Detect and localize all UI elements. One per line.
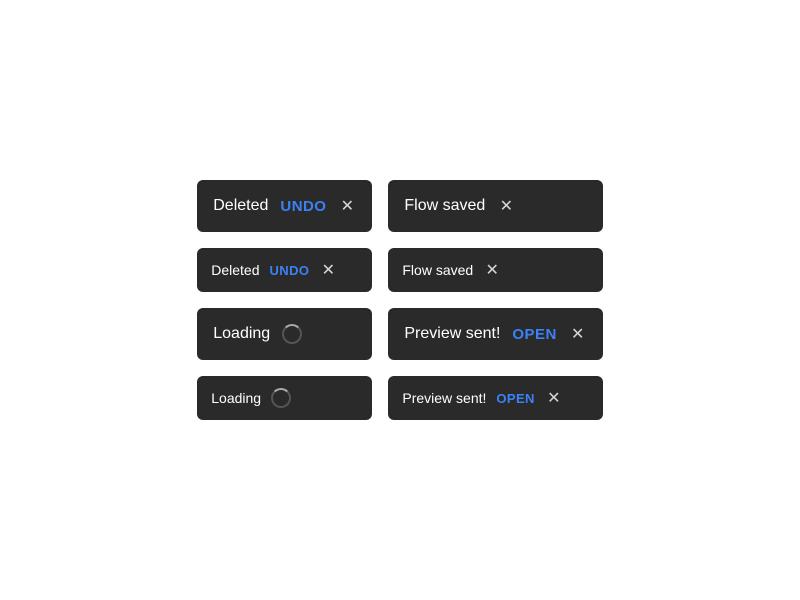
toast-deleted-1-undo[interactable]: UNDO [280,198,326,215]
toast-container: Deleted UNDO ✕ Flow saved ✕ Deleted UNDO… [197,180,602,420]
loading-spinner-1 [282,324,302,344]
toast-preview-sent-2-open[interactable]: OPEN [496,391,534,406]
toast-deleted-1-text: Deleted [213,197,268,215]
toast-deleted-2: Deleted UNDO ✕ [197,248,372,292]
toast-preview-sent-1-text: Preview sent! [404,325,500,343]
toast-loading-1: Loading [197,308,372,360]
toast-flow-saved-2-close[interactable]: ✕ [483,261,501,279]
toast-deleted-2-text: Deleted [211,262,259,278]
toast-flow-saved-2-text: Flow saved [402,262,473,278]
toast-flow-saved-2: Flow saved ✕ [388,248,602,292]
toast-preview-sent-1-open[interactable]: OPEN [512,326,556,343]
toast-loading-1-text: Loading [213,325,270,343]
toast-deleted-1-close[interactable]: ✕ [338,197,356,215]
toast-flow-saved-1-text: Flow saved [404,197,485,215]
toast-deleted-2-close[interactable]: ✕ [319,261,337,279]
toast-deleted-2-undo[interactable]: UNDO [270,263,310,278]
toast-flow-saved-1-close[interactable]: ✕ [497,197,515,215]
toast-preview-sent-1-close[interactable]: ✕ [569,325,587,343]
toast-loading-2-text: Loading [211,390,261,406]
toast-loading-2: Loading [197,376,372,420]
toast-preview-sent-2-text: Preview sent! [402,390,486,406]
toast-preview-sent-1: Preview sent! OPEN ✕ [388,308,602,360]
toast-deleted-1: Deleted UNDO ✕ [197,180,372,232]
loading-spinner-2 [271,388,291,408]
toast-preview-sent-2-close[interactable]: ✕ [545,389,563,407]
toast-flow-saved-1: Flow saved ✕ [388,180,602,232]
toast-preview-sent-2: Preview sent! OPEN ✕ [388,376,602,420]
